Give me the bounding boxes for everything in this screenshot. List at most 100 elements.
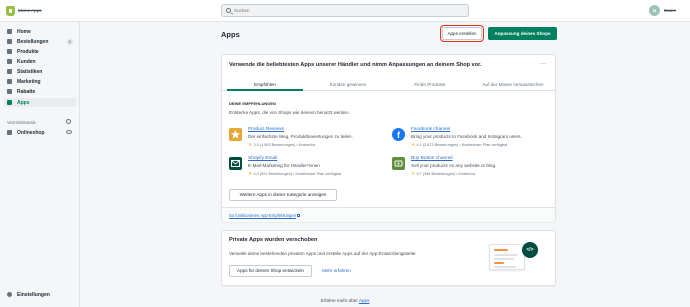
- card-description: Verwalte deine bestehenden privaten Apps…: [229, 251, 417, 256]
- create-apps-button[interactable]: Apps erstellen: [440, 25, 484, 42]
- footer-text: Erfahre mehr über: [320, 298, 358, 303]
- discount-icon: [7, 89, 12, 94]
- card-footer: So funktionieren App-Empfehlungen: [222, 207, 555, 222]
- app-description: Bring your products to Facebook and Inst…: [411, 134, 522, 139]
- app-name[interactable]: Product Reviews: [248, 127, 284, 132]
- app-item-buy-button[interactable]: Buy Button channel Sell your products on…: [392, 156, 552, 182]
- app-description: E-Mail-Marketing für Händler*innen: [248, 163, 320, 168]
- customize-store-button[interactable]: Anpassung deines Shops: [488, 27, 557, 40]
- sidebar-item-analytics[interactable]: Statistiken: [4, 67, 76, 76]
- sidebar-item-home[interactable]: Home: [4, 27, 76, 36]
- card-title: Private Apps wurden verschoben: [229, 237, 318, 243]
- store-icon: [7, 130, 12, 135]
- rating-star-icon: ★: [248, 171, 253, 177]
- page-title: Apps: [221, 30, 240, 39]
- orders-count-badge: 1: [66, 38, 73, 45]
- link-text: So funktionieren App-Empfehlungen: [229, 213, 297, 218]
- avatar[interactable]: M: [649, 5, 660, 16]
- app-name[interactable]: Facebook channel: [411, 127, 450, 132]
- sidebar-item-label: Home: [17, 28, 31, 35]
- learn-more-footer: Erfahre mehr über Apps: [0, 298, 690, 303]
- sidebar-item-label: Kunden: [17, 58, 36, 65]
- active-tab-indicator: [227, 89, 303, 91]
- code-icon: </>: [522, 242, 538, 258]
- develop-apps-button[interactable]: Apps für deinen Shop entwickeln: [229, 265, 312, 277]
- card-title: Verwende die beliebtesten Apps unserer H…: [229, 62, 482, 68]
- sidebar-item-label: Produkte: [17, 48, 39, 55]
- search-icon: [226, 8, 231, 13]
- email-icon: [229, 157, 242, 170]
- app-name[interactable]: Buy Button channel: [411, 156, 453, 161]
- sidebar-item-label: Apps: [17, 99, 30, 106]
- search-bar[interactable]: [221, 4, 469, 17]
- sales-channels-title: Vertriebskanäle: [7, 120, 36, 125]
- tag-icon: [7, 49, 12, 54]
- target-icon: [7, 79, 12, 84]
- private-apps-card: Private Apps wurden verschoben Verwalte …: [221, 230, 556, 286]
- app-rating: ★4.4 (901 Bewertungen) • Kostenloser Pla…: [248, 171, 341, 177]
- store-name[interactable]: Meine Apps: [18, 8, 42, 13]
- sidebar-item-label: Bestellungen: [17, 38, 49, 45]
- search-input[interactable]: [234, 8, 454, 13]
- sidebar-item-discounts[interactable]: Rabatte: [4, 87, 76, 96]
- illustration-line: [494, 262, 504, 264]
- tab-stand-out[interactable]: Auf der Masse herausstechen: [470, 82, 556, 87]
- apps-icon: [7, 100, 12, 105]
- sidebar-item-orders[interactable]: Bestellungen 1: [4, 37, 76, 46]
- rating-text: 4.1 (2.873 Bewertungen) • Kostenloser Pl…: [416, 143, 508, 147]
- star-icon: [229, 128, 242, 141]
- illustration-line: [494, 249, 508, 251]
- sidebar-item-products[interactable]: Produkte: [4, 47, 76, 56]
- app-item-facebook[interactable]: f Facebook channel Bring your products t…: [392, 127, 552, 153]
- app-rating: ★3.5 (1.553 Bewertungen) • Kostenlos: [248, 142, 315, 148]
- featured-apps-card: Verwende die beliebtesten Apps unserer H…: [221, 54, 557, 222]
- rating-text: 3.5 (1.553 Bewertungen) • Kostenlos: [253, 143, 316, 147]
- document-illustration: [489, 244, 525, 270]
- app-rating: ★3.7 (346 Bewertungen) • Kostenlos: [411, 171, 475, 177]
- buy-button-icon: [392, 157, 405, 170]
- sidebar-item-label: Marketing: [17, 78, 41, 85]
- sidebar: Home Bestellungen 1 Produkte Kunden Stat…: [0, 22, 80, 307]
- apps-help-link[interactable]: Apps: [359, 298, 369, 303]
- learn-more-link[interactable]: Mehr erfahren: [322, 268, 351, 273]
- sidebar-item-apps[interactable]: Apps: [4, 98, 76, 107]
- app-item-product-reviews[interactable]: Product Reviews Der einfachste Weg, Prod…: [229, 127, 389, 153]
- shopify-logo-icon[interactable]: [6, 6, 15, 16]
- person-icon: [7, 59, 12, 64]
- app-rating: ★4.1 (2.873 Bewertungen) • Kostenloser P…: [411, 142, 508, 148]
- illustration-line: [494, 258, 514, 260]
- gear-icon: [7, 292, 12, 297]
- tab-win-customers[interactable]: Kunden gewinnen: [310, 82, 386, 87]
- recommendations-description: Entdecke Apps, die von Shops wie deinem …: [229, 110, 350, 115]
- app-description: Der einfachste Weg, Produktbewertungen z…: [248, 134, 353, 139]
- eye-icon[interactable]: [66, 130, 72, 134]
- sidebar-item-label: Statistiken: [17, 68, 43, 75]
- rating-star-icon: ★: [411, 171, 416, 177]
- how-recommendations-work-link[interactable]: So funktionieren App-Empfehlungen: [229, 213, 301, 218]
- app-description: Sell your products on any website or blo…: [411, 163, 497, 168]
- developer-illustration: </>: [487, 240, 543, 276]
- rating-star-icon: ★: [248, 142, 253, 148]
- sidebar-item-label: Onlineshop: [17, 129, 45, 136]
- category-tabs: Empfohlen Kunden gewinnen Finde Produkte…: [222, 79, 557, 91]
- recommendations-label: DEINE EMPFEHLUNGEN: [229, 101, 276, 106]
- add-channel-icon[interactable]: [66, 119, 71, 124]
- more-apps-in-category-button[interactable]: Weitere Apps in dieser Kategorie anzeige…: [229, 189, 337, 201]
- sidebar-item-marketing[interactable]: Marketing: [4, 77, 76, 86]
- home-icon: [7, 29, 12, 34]
- tab-find-products[interactable]: Finde Produkte: [392, 82, 468, 87]
- rating-text: 3.7 (346 Bewertungen) • Kostenlos: [416, 172, 476, 176]
- sidebar-item-onlineshop[interactable]: Onlineshop: [4, 128, 76, 137]
- chart-icon: [7, 69, 12, 74]
- user-name[interactable]: Daten: [664, 8, 676, 13]
- more-actions-icon[interactable]: ···: [540, 61, 546, 67]
- orders-icon: [7, 39, 12, 44]
- sidebar-item-customers[interactable]: Kunden: [4, 57, 76, 66]
- app-item-shopify-email[interactable]: Shopify Email E-Mail-Marketing für Händl…: [229, 156, 389, 182]
- external-link-icon: [297, 214, 301, 217]
- top-bar: Meine Apps M Daten: [0, 0, 690, 22]
- app-name[interactable]: Shopify Email: [248, 156, 277, 161]
- rating-star-icon: ★: [411, 142, 416, 148]
- tab-recommended[interactable]: Empfohlen: [227, 82, 303, 87]
- sidebar-item-label: Einstellungen: [17, 291, 50, 298]
